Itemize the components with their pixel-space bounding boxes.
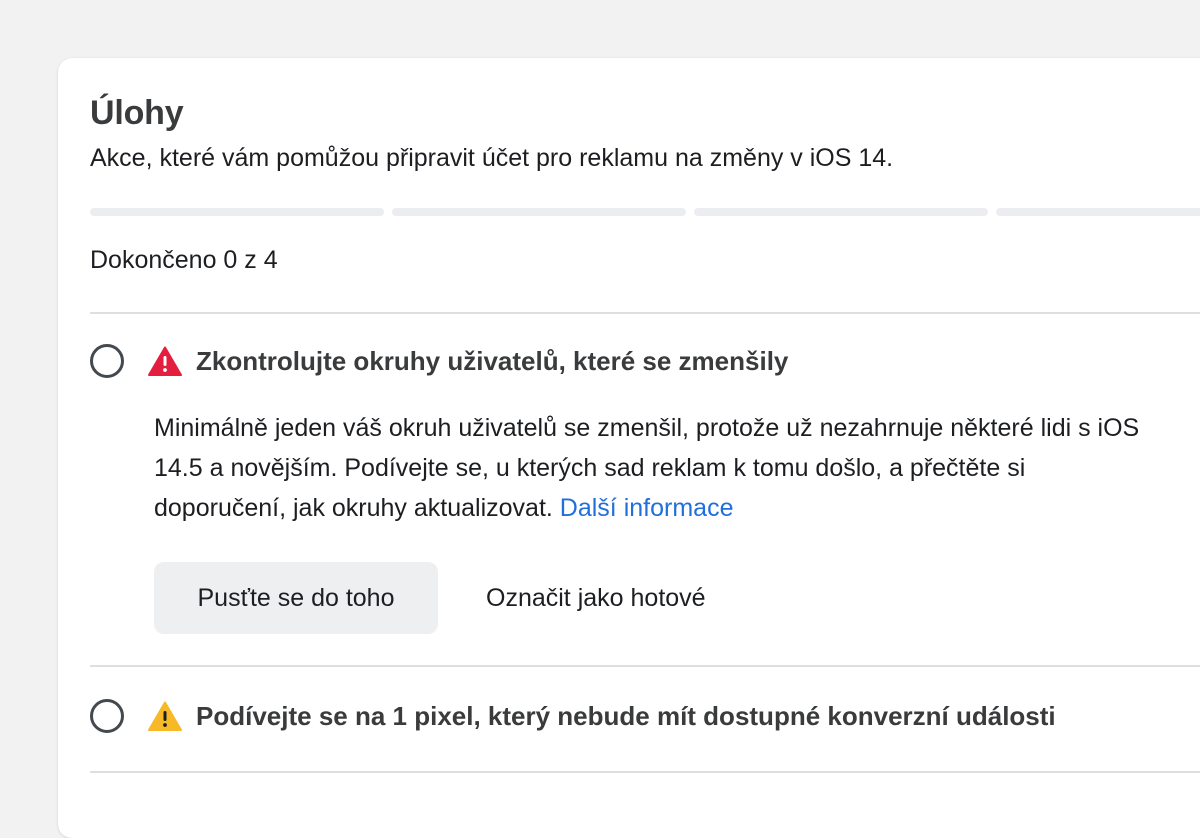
divider [90, 312, 1200, 314]
card-title: Úlohy [90, 94, 184, 132]
learn-more-link[interactable]: Další informace [560, 494, 734, 522]
divider [90, 665, 1200, 667]
progress-label: Dokončeno 0 z 4 [90, 246, 278, 274]
progress-segment-4 [996, 208, 1200, 216]
task-item: Podívejte se na 1 pixel, který nebude mí… [90, 699, 1056, 733]
task-checkbox[interactable] [90, 344, 124, 378]
divider [90, 771, 1200, 773]
progress-segment-1 [90, 208, 384, 216]
progress-segment-2 [392, 208, 686, 216]
progress-bar [90, 208, 1200, 216]
task-checkbox[interactable] [90, 699, 124, 733]
task-title: Zkontrolujte okruhy uživatelů, které se … [196, 345, 789, 376]
task-description: Minimálně jeden váš okruh uživatelů se z… [154, 408, 1154, 528]
warning-triangle-icon [148, 701, 182, 731]
error-triangle-icon [148, 346, 182, 376]
task-item: Zkontrolujte okruhy uživatelů, které se … [90, 344, 788, 378]
progress-segment-3 [694, 208, 988, 216]
card-subtitle: Akce, které vám pomůžou připravit účet p… [90, 144, 894, 172]
mark-as-done-button[interactable]: Označit jako hotové [458, 562, 734, 634]
tasks-card: Úlohy Akce, které vám pomůžou připravit … [58, 58, 1200, 838]
get-started-button[interactable]: Pusťte se do toho [154, 562, 438, 634]
task-title: Podívejte se na 1 pixel, který nebude mí… [196, 700, 1056, 731]
